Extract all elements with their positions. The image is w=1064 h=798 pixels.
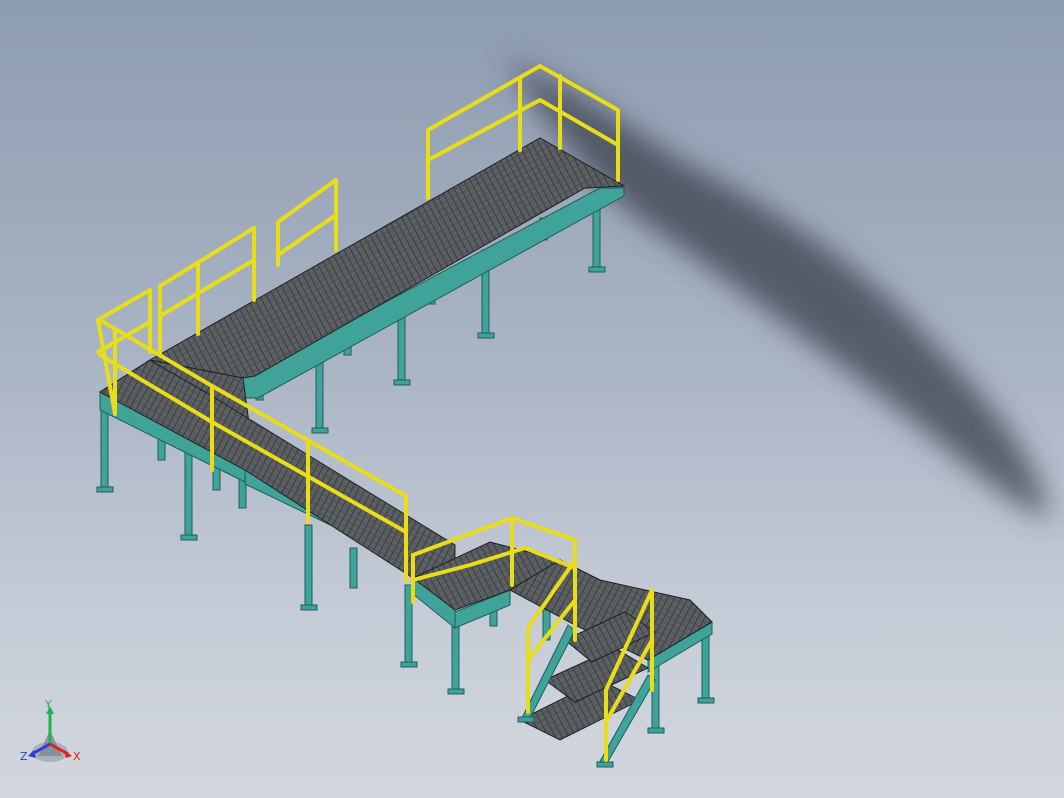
z-axis-label: Z [20, 750, 28, 763]
x-axis-label: X [73, 750, 81, 763]
y-axis-label: Y [44, 700, 52, 711]
upper-walkway-deck [148, 137, 626, 379]
graphics-viewport[interactable]: Y Z X [0, 0, 1064, 798]
model-view[interactable] [0, 0, 1064, 798]
stair-assembly [517, 611, 657, 768]
coordinate-triad[interactable]: Y Z X [18, 700, 88, 775]
lower-walkway-deck [99, 359, 456, 579]
